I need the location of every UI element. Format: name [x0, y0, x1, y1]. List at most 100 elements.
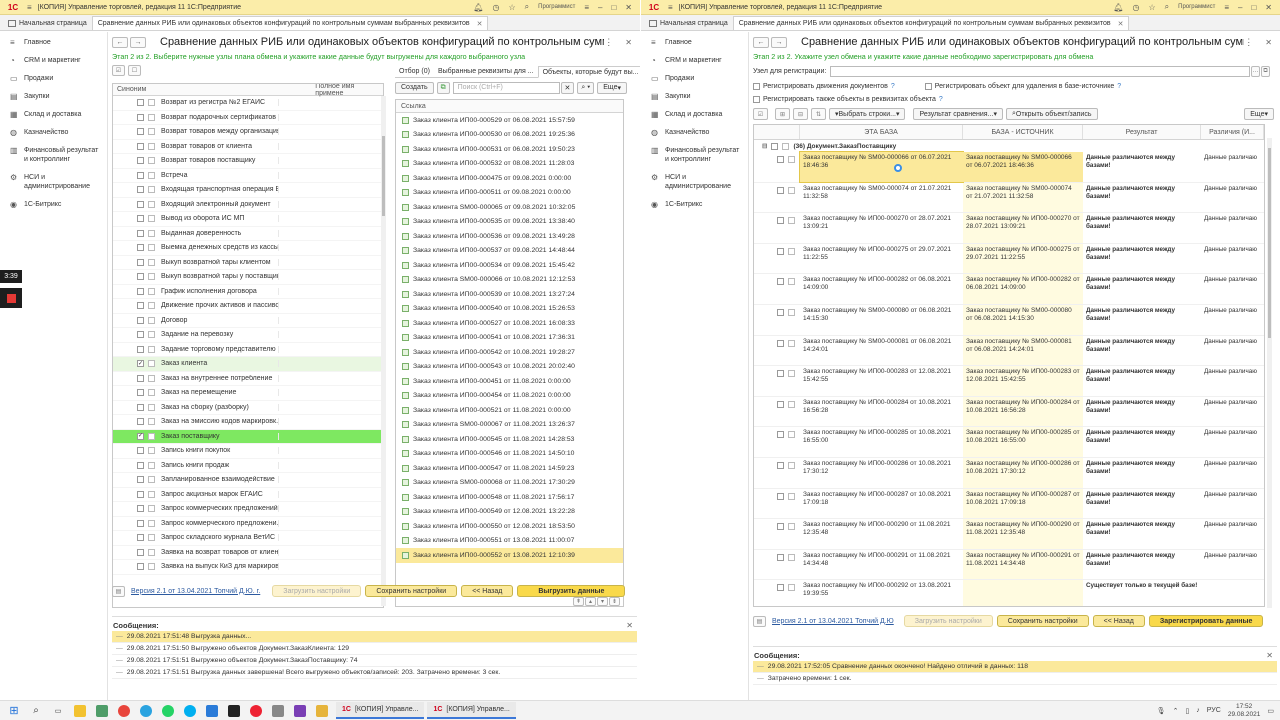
- row-mark-checkbox[interactable]: [148, 418, 155, 426]
- sidebar-item-finance[interactable]: ▥ Финансовый результат и контроллинг: [0, 146, 107, 164]
- row-checkbox[interactable]: [137, 287, 144, 295]
- table-row[interactable]: Заказ поставщику № SM00-000080 от 06.08.…: [754, 304, 1264, 336]
- row-mark-checkbox[interactable]: [148, 171, 155, 179]
- list-item[interactable]: Заказ клиента ИП00-000537 от 09.08.2021 …: [396, 244, 623, 259]
- maximize-icon[interactable]: □: [611, 3, 616, 12]
- row-checkbox[interactable]: [137, 186, 144, 194]
- list-item[interactable]: Заказ клиента ИП00-000542 от 10.08.2021 …: [396, 345, 623, 360]
- sidebar-item-menu[interactable]: ≡ Главное: [0, 38, 107, 47]
- row-mark-checkbox[interactable]: [788, 247, 795, 255]
- row-mark-checkbox[interactable]: [148, 461, 155, 469]
- list-item[interactable]: Заказ клиента ИП00-000548 от 11.08.2021 …: [396, 490, 623, 505]
- row-mark-checkbox[interactable]: [788, 431, 795, 439]
- down-icon[interactable]: ▾: [597, 597, 608, 606]
- row-checkbox[interactable]: [137, 490, 144, 498]
- row-mark-checkbox[interactable]: [148, 534, 155, 542]
- search-icon[interactable]: ⌕: [525, 2, 529, 12]
- table-row[interactable]: Запрос складского журнала ВетИС: [113, 531, 383, 546]
- tab-close-icon[interactable]: ✕: [477, 20, 483, 28]
- list-item[interactable]: Заказ клиента ИП00-000536 от 09.08.2021 …: [396, 229, 623, 244]
- row-mark-checkbox[interactable]: [148, 505, 155, 513]
- row-checkbox[interactable]: [777, 461, 784, 469]
- list-item[interactable]: Заказ клиента ИП00-000529 от 06.08.2021 …: [396, 113, 623, 128]
- messages-close-icon[interactable]: ✕: [1266, 651, 1273, 660]
- register-data-button[interactable]: Зарегистрировать данные: [1148, 615, 1264, 627]
- row-checkbox[interactable]: [137, 461, 144, 469]
- expand-icon[interactable]: ⊞: [775, 108, 790, 120]
- row-checkbox[interactable]: [777, 186, 784, 194]
- minimize-icon[interactable]: –: [1238, 3, 1242, 12]
- collapse-icon[interactable]: ⊟: [793, 108, 808, 120]
- table-row[interactable]: Запрос коммерческого предложени...: [113, 517, 383, 531]
- 1c-logo-icon[interactable]: 1С: [644, 2, 664, 13]
- app-icon[interactable]: [272, 704, 284, 717]
- list-item[interactable]: Заказ клиента ИП00-000540 от 10.08.2021 …: [396, 302, 623, 317]
- table-row[interactable]: Задание на перевозку: [113, 328, 383, 343]
- row-mark-checkbox[interactable]: [148, 113, 155, 121]
- back-arrow-icon[interactable]: ←: [753, 36, 769, 48]
- list-item[interactable]: Заказ клиента ИП00-000552 от 13.08.2021 …: [396, 548, 623, 563]
- tab-compare[interactable]: Сравнение данных РИБ или одинаковых объе…: [91, 16, 489, 30]
- row-mark-checkbox[interactable]: [788, 339, 795, 347]
- form-close-icon[interactable]: ✕: [625, 38, 632, 47]
- check-all-icon[interactable]: ☑: [753, 108, 768, 120]
- row-mark-checkbox[interactable]: [788, 584, 795, 592]
- compare-result-button[interactable]: Результат сравнения... ▾: [913, 108, 1003, 120]
- save-settings-button[interactable]: Сохранить настройки: [996, 615, 1089, 627]
- row-mark-checkbox[interactable]: [148, 273, 155, 281]
- col-result[interactable]: Результат: [1083, 125, 1201, 139]
- 1c-logo-icon[interactable]: 1С: [3, 2, 23, 13]
- table-row[interactable]: Заказ поставщику № SM00-000074 от 21.07.…: [754, 182, 1264, 214]
- form-close-icon[interactable]: ✕: [1265, 38, 1272, 47]
- clock[interactable]: 17:52 29.08.2021: [1228, 703, 1261, 719]
- row-mark-checkbox[interactable]: [148, 519, 155, 527]
- row-checkbox[interactable]: ✓: [137, 360, 144, 368]
- table-row[interactable]: Заказ поставщику № ИП00-000291 от 11.08.…: [754, 549, 1264, 581]
- terminal-icon[interactable]: [228, 704, 240, 717]
- sidebar-item-bitrix[interactable]: ◉ 1С-Битрикс: [641, 200, 748, 209]
- table-row[interactable]: Заявка на возврат товаров от клиента: [113, 546, 383, 560]
- row-checkbox[interactable]: [137, 128, 144, 136]
- sidebar-item-finance[interactable]: ▥ Финансовый результат и контроллинг: [641, 146, 748, 164]
- table-row[interactable]: Заказ поставщику № ИП00-000286 от 10.08.…: [754, 457, 1264, 489]
- row-mark-checkbox[interactable]: [148, 258, 155, 266]
- group-checkbox[interactable]: [771, 142, 779, 150]
- row-checkbox[interactable]: [777, 339, 784, 347]
- table-row[interactable]: Выкуп возвратной тары клиентом: [113, 256, 383, 270]
- minimize-icon[interactable]: –: [598, 3, 602, 12]
- table-row[interactable]: Заказ поставщику № ИП00-000284 от 10.08.…: [754, 396, 1264, 428]
- app-icon[interactable]: [294, 704, 306, 717]
- settings-icon[interactable]: ≡: [584, 3, 589, 12]
- create-button[interactable]: Создать: [395, 81, 434, 94]
- table-row[interactable]: Возврат товаров между организациями: [113, 125, 383, 140]
- version-link[interactable]: Версия 2.1 от 13.04.2021 Топчий Д.Ю. г.: [131, 588, 260, 595]
- row-checkbox[interactable]: [777, 308, 784, 316]
- export-data-button[interactable]: Выгрузить данные: [517, 585, 626, 597]
- row-mark-checkbox[interactable]: [788, 553, 795, 561]
- row-mark-checkbox[interactable]: [148, 186, 155, 194]
- row-checkbox[interactable]: [137, 345, 144, 353]
- row-mark-checkbox[interactable]: [148, 374, 155, 382]
- row-checkbox[interactable]: [137, 113, 144, 121]
- table-row[interactable]: Запрос коммерческих предложений ...: [113, 502, 383, 517]
- row-mark-checkbox[interactable]: [788, 156, 795, 163]
- row-checkbox[interactable]: [137, 99, 144, 107]
- folder-icon[interactable]: [316, 704, 328, 717]
- row-mark-checkbox[interactable]: [148, 331, 155, 339]
- search-icon[interactable]: ⌕: [1165, 2, 1169, 12]
- list-item[interactable]: Заказ клиента ИП00-000539 от 10.08.2021 …: [396, 287, 623, 302]
- table-row[interactable]: Заказ поставщику № ИП00-000285 от 10.08.…: [754, 427, 1264, 458]
- table-row[interactable]: Задание торговому представителю: [113, 343, 383, 357]
- skype-icon[interactable]: [184, 704, 196, 717]
- help-icon[interactable]: ?: [939, 96, 943, 103]
- save-settings-button[interactable]: Сохранить настройки: [365, 585, 458, 597]
- user-name[interactable]: Программист: [1178, 4, 1215, 10]
- row-mark-checkbox[interactable]: [788, 308, 795, 316]
- row-mark-checkbox[interactable]: [148, 548, 155, 556]
- row-checkbox[interactable]: [137, 316, 144, 324]
- list-item[interactable]: Заказ клиента SM00-000068 от 11.08.2021 …: [396, 476, 623, 491]
- load-settings-button[interactable]: Загрузить настройки: [272, 585, 362, 597]
- tab-close-icon[interactable]: ✕: [1118, 20, 1124, 28]
- table-row[interactable]: Заказ на перемещение: [113, 386, 383, 401]
- to-top-icon[interactable]: ⇞: [573, 597, 584, 606]
